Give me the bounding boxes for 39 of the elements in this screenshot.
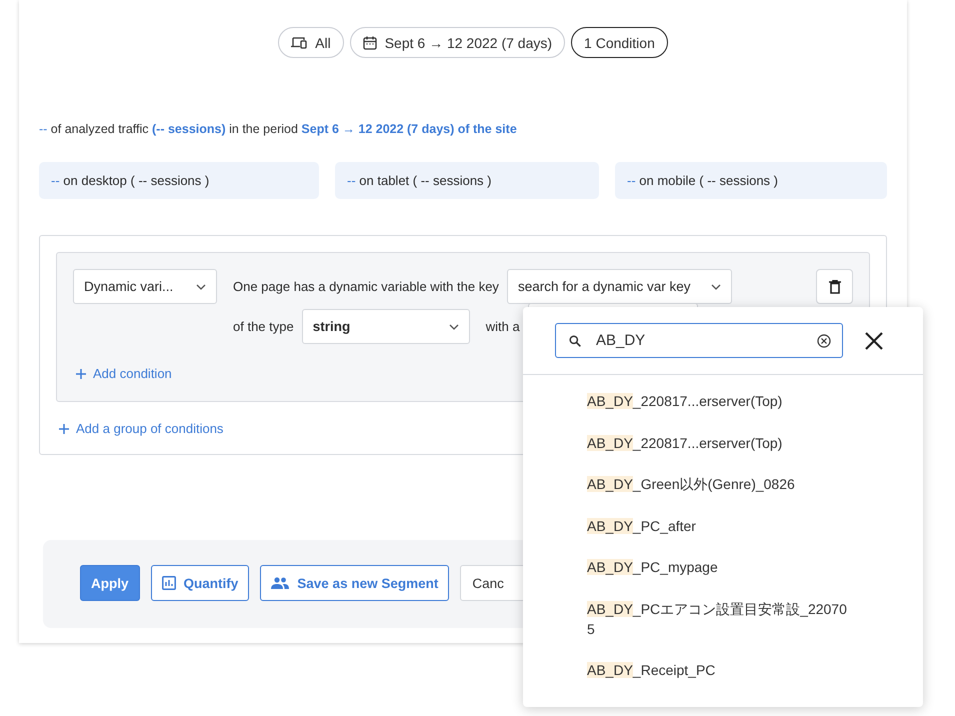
chevron-icon [196, 284, 206, 290]
result-item[interactable]: AB_DY_220817...erserver(Top) [587, 432, 849, 452]
add-condition-link[interactable]: Add condition [76, 366, 172, 381]
chevron-icon [448, 324, 459, 330]
bar-chart-icon [162, 576, 176, 590]
add-group-link[interactable]: Add a group of conditions [59, 421, 224, 436]
filter-pill[interactable]: Sept 6 → 12 2022 (7 days) [350, 27, 566, 58]
result-item[interactable]: AB_DY_PC_after [587, 516, 849, 536]
people-icon [271, 577, 290, 589]
chevron-icon [710, 284, 721, 290]
clear-icon[interactable] [817, 334, 831, 348]
calendar-icon [362, 36, 377, 50]
devices-icon [291, 36, 308, 48]
device-stat: -- on tablet ( -- sessions ) [335, 162, 599, 199]
traffic-summary: -- of analyzed traffic (-- sessions) in the period Sept 6 → 12 2022 (7 days) of the site [39, 122, 518, 136]
result-item[interactable]: AB_DY_Receipt_PC [587, 660, 849, 680]
result-item[interactable]: AB_DY_PC_mypage [587, 557, 849, 577]
search-field[interactable]: AB_DY [555, 323, 843, 358]
action-button[interactable]: Quantify [150, 565, 250, 601]
device-stat: -- on desktop ( -- sessions ) [39, 162, 319, 199]
condition-text: One page has a dynamic variable with the key [233, 279, 499, 294]
criterion-select[interactable]: Dynamic vari... [73, 269, 217, 304]
condition-text: of the type [233, 319, 294, 334]
result-item[interactable]: AB_DY_Green以外(Genre)_0826 [587, 474, 849, 494]
plus-icon [59, 424, 69, 434]
filter-pill[interactable]: 1 Condition [571, 27, 668, 58]
action-button[interactable]: Save as new Segment [260, 565, 450, 601]
type-select[interactable]: string [302, 309, 470, 344]
result-item[interactable]: AB_DY_PCエアコン設置目安常設_220705 [587, 598, 849, 638]
trash-icon [828, 280, 840, 294]
close-icon[interactable] [865, 332, 883, 350]
plus-icon [76, 368, 86, 378]
result-item[interactable]: AB_DY_220817...erserver(Top) [587, 391, 849, 411]
search-icon [569, 335, 581, 347]
condition-text: with a [486, 319, 520, 334]
device-stat: -- on mobile ( -- sessions ) [615, 162, 887, 199]
filter-pill[interactable]: All [278, 27, 344, 58]
delete-button[interactable] [816, 269, 853, 304]
key-select[interactable]: search for a dynamic var key [506, 269, 732, 304]
